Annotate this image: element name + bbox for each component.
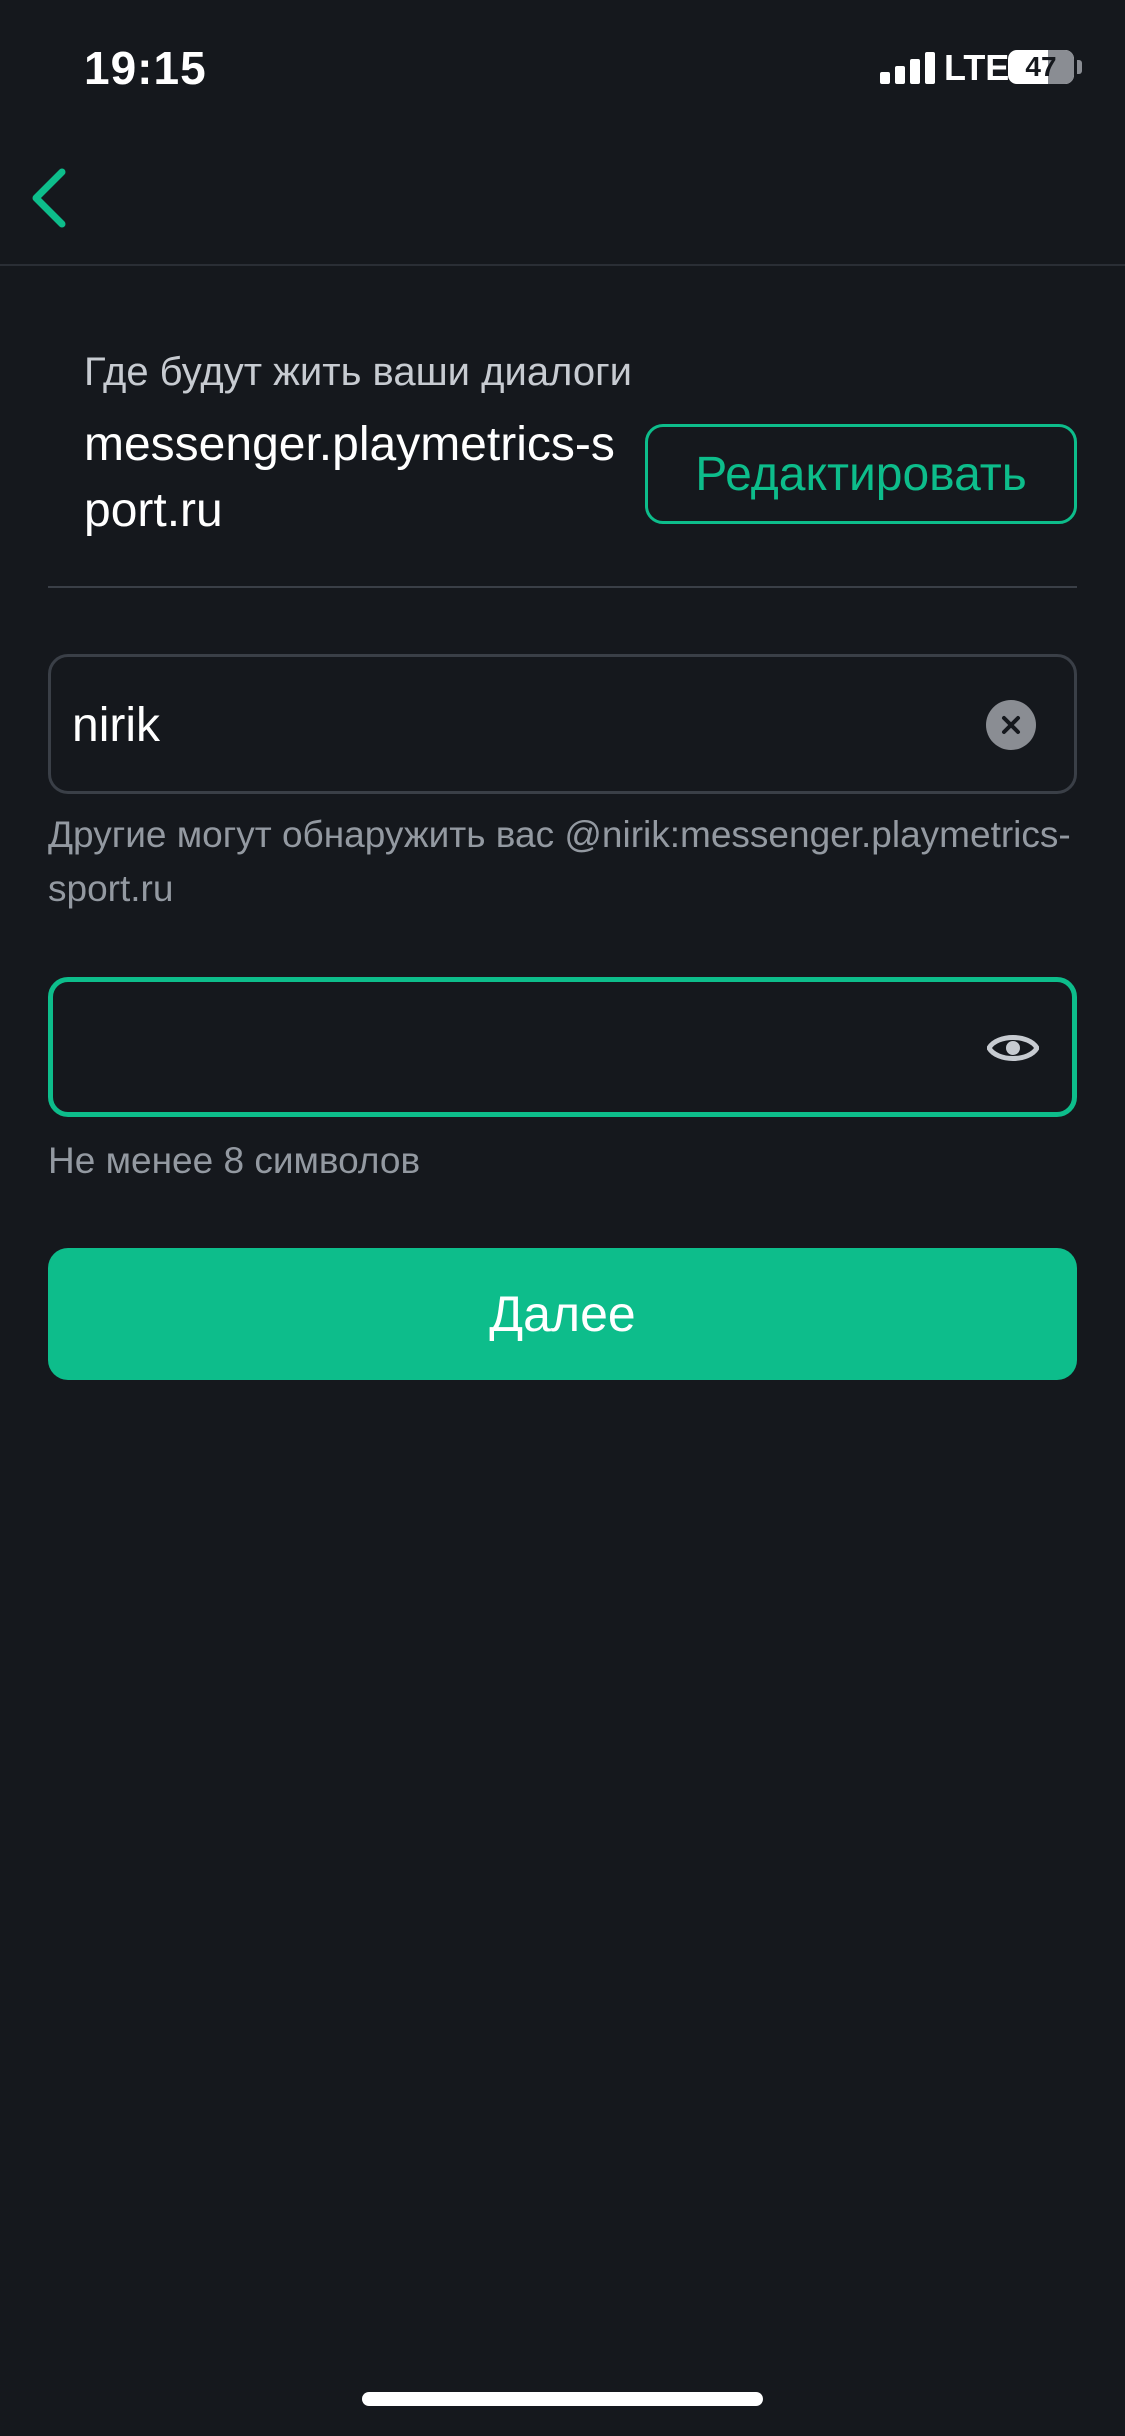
- battery-terminal: [1077, 60, 1082, 74]
- server-caption: Где будут жить ваши диалоги: [84, 350, 633, 394]
- toggle-password-visibility-button[interactable]: [985, 1020, 1041, 1076]
- edit-server-button[interactable]: Редактировать: [645, 424, 1077, 524]
- clear-username-button[interactable]: [986, 700, 1036, 750]
- chevron-left-icon: [32, 168, 66, 228]
- eye-icon: [987, 1035, 1039, 1061]
- home-indicator: [362, 2392, 763, 2406]
- clear-circle-icon: [1002, 716, 1020, 734]
- server-name: messenger.playmetrics-sport.ru: [84, 418, 615, 537]
- password-input[interactable]: [72, 1002, 952, 1092]
- section-divider: [48, 586, 1077, 588]
- password-hint: Не менее 8 символов: [48, 1140, 421, 1181]
- username-hint: Другие могут обнаружить вас @nirik:messe…: [48, 814, 1071, 909]
- status-time: 19:15: [84, 42, 207, 94]
- network-type-label: LTE: [944, 47, 1010, 88]
- nav-divider: [0, 264, 1125, 266]
- battery-level: 47: [1025, 51, 1057, 82]
- signal-bars-icon: [880, 52, 935, 84]
- back-button[interactable]: [16, 158, 80, 238]
- next-button[interactable]: Далее: [48, 1248, 1077, 1380]
- username-input[interactable]: [72, 680, 952, 770]
